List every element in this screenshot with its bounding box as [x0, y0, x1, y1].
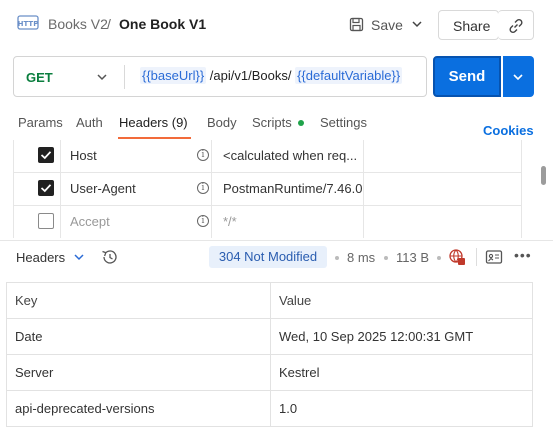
url-input[interactable]: {{baseUrl}} /api/v1/Books/ {{defaultVari…	[140, 67, 403, 84]
header-enabled-checkbox[interactable]	[38, 213, 54, 229]
header-value: */*	[223, 214, 237, 229]
save-example-icon[interactable]	[485, 249, 503, 265]
tab-settings[interactable]: Settings	[320, 115, 367, 130]
response-header-key: Date	[15, 329, 43, 344]
save-label: Save	[371, 17, 403, 33]
info-icon[interactable]: i	[197, 149, 209, 161]
save-button[interactable]: Save	[345, 12, 403, 38]
url-variable-baseurl: {{baseUrl}}	[140, 67, 207, 84]
status-badge[interactable]: 304 Not Modified	[209, 246, 327, 268]
table-row: Date Wed, 10 Sep 2025 12:00:31 GMT	[7, 319, 532, 355]
response-view-select[interactable]: Headers	[16, 250, 65, 265]
chevron-down-icon[interactable]	[96, 72, 108, 82]
tab-scripts[interactable]: Scripts	[252, 115, 292, 130]
header-key: User-Agent	[70, 181, 136, 196]
response-size[interactable]: 113 B	[396, 250, 429, 265]
cookies-link[interactable]: Cookies	[483, 123, 534, 138]
toolbar-divider	[476, 248, 477, 266]
send-button[interactable]: Send	[433, 56, 501, 97]
tab-headers-label: Headers (9)	[119, 115, 188, 130]
info-icon[interactable]: i	[197, 215, 209, 227]
response-header-key: api-deprecated-versions	[15, 401, 155, 416]
share-button[interactable]: Share	[438, 10, 499, 40]
tab-auth[interactable]: Auth	[76, 115, 103, 130]
response-header-key: Server	[15, 365, 54, 380]
history-icon[interactable]	[101, 249, 118, 265]
tab-headers[interactable]: Headers (9)	[119, 115, 188, 130]
chevron-down-icon	[513, 74, 523, 81]
save-icon	[349, 17, 364, 32]
network-globe-icon[interactable]	[448, 248, 466, 266]
column-header-value: Value	[279, 293, 312, 308]
response-headers-table: Key Value Date Wed, 10 Sep 2025 12:00:31…	[6, 282, 533, 427]
active-tab-indicator	[118, 137, 191, 139]
tab-body[interactable]: Body	[207, 115, 237, 130]
header-value: <calculated when req...	[223, 148, 358, 163]
table-row: User-Agent i PostmanRuntime/7.46.0	[14, 173, 521, 206]
header-key: Accept	[70, 214, 110, 229]
url-variable-default: {{defaultVariable}}	[295, 67, 403, 84]
table-row: Server Kestrel	[7, 355, 532, 391]
response-header-value: Kestrel	[279, 365, 320, 380]
separator-dot	[335, 256, 339, 260]
scripts-indicator-dot	[298, 120, 304, 126]
response-time[interactable]: 8 ms	[347, 250, 375, 265]
svg-text:HTTP: HTTP	[18, 20, 39, 28]
tab-params[interactable]: Params	[18, 115, 63, 130]
scrollbar-thumb[interactable]	[541, 166, 546, 185]
send-options-button[interactable]	[503, 56, 534, 97]
request-headers-table: Host i <calculated when req... User-Agen…	[13, 140, 522, 238]
link-icon	[509, 18, 523, 34]
header-enabled-checkbox[interactable]	[38, 147, 54, 163]
table-row: Accept i */*	[14, 206, 521, 238]
page-title[interactable]: One Book V1	[119, 16, 206, 32]
top-bar: HTTP Books V2 / One Book V1 Save Share	[0, 0, 553, 50]
http-request-icon: HTTP	[17, 15, 39, 30]
header-key: Host	[70, 148, 97, 163]
breadcrumb-separator: /	[107, 16, 111, 32]
url-divider	[124, 65, 125, 89]
table-row: Host i <calculated when req...	[14, 140, 521, 173]
info-icon[interactable]: i	[197, 182, 209, 194]
response-header-value: 1.0	[279, 401, 298, 416]
copy-link-button[interactable]	[498, 10, 534, 40]
url-path: /api/v1/Books/	[209, 68, 292, 83]
chevron-down-icon[interactable]	[411, 19, 423, 29]
method-select[interactable]: GET	[26, 70, 53, 85]
column-header-key: Key	[15, 293, 38, 308]
more-options-icon[interactable]: •••	[514, 247, 532, 263]
share-label: Share	[453, 18, 491, 34]
separator-dot	[384, 256, 388, 260]
header-enabled-checkbox[interactable]	[38, 180, 54, 196]
header-value: PostmanRuntime/7.46.0	[223, 181, 363, 196]
table-header-row: Key Value	[7, 283, 532, 319]
separator-dot	[437, 256, 441, 260]
response-header-value: Wed, 10 Sep 2025 12:00:31 GMT	[279, 329, 474, 344]
table-row: api-deprecated-versions 1.0	[7, 391, 532, 427]
url-bar: GET {{baseUrl}} /api/v1/Books/ {{default…	[13, 56, 427, 97]
breadcrumb-parent[interactable]: Books V2	[48, 16, 108, 32]
chevron-down-icon[interactable]	[73, 252, 85, 262]
